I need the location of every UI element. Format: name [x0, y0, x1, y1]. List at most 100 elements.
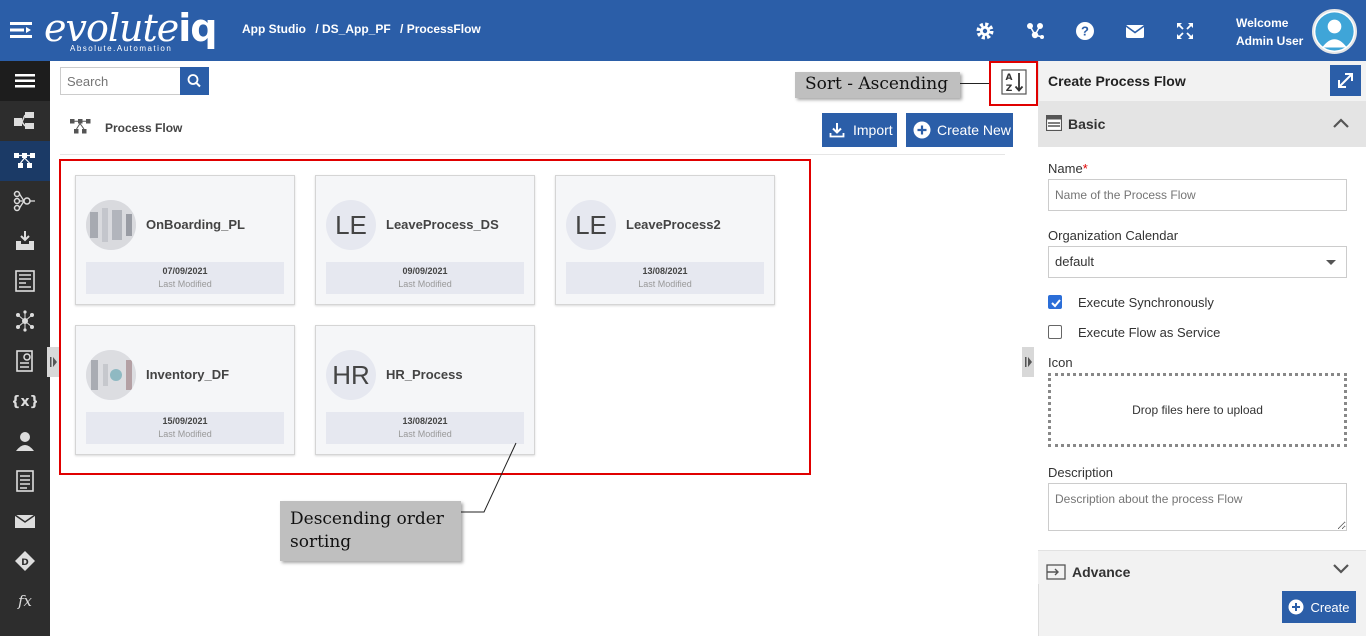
download-icon — [829, 123, 845, 138]
avatar[interactable] — [1312, 9, 1357, 54]
logo[interactable]: evoluteiq Absolute.Automation — [44, 6, 217, 56]
chevron-up-icon[interactable] — [1332, 116, 1350, 130]
checkmark-icon — [1051, 299, 1061, 308]
sidebar-toggle-icon[interactable] — [10, 20, 32, 40]
create-new-button[interactable]: Create New — [906, 113, 1013, 147]
card-modified-label: Last Modified — [398, 429, 452, 439]
svg-text:Z: Z — [1006, 84, 1013, 94]
sidebar-item-hierarchy[interactable] — [0, 101, 50, 141]
card-title: Inventory_DF — [146, 367, 230, 382]
expand-panel-button[interactable] — [1330, 65, 1361, 96]
card-title: LeaveProcess2 — [626, 217, 721, 232]
user-avatar-icon — [1315, 12, 1354, 51]
card-footer: 15/09/2021 Last Modified — [86, 412, 284, 444]
sidebar-item-report[interactable] — [0, 341, 50, 381]
description-field[interactable] — [1048, 483, 1347, 531]
arrow-in-box-icon — [1046, 564, 1066, 580]
left-collapse-handle[interactable] — [47, 347, 59, 377]
search-icon — [187, 74, 201, 88]
expand-icon — [1338, 73, 1353, 88]
form-section-icon — [1046, 115, 1062, 131]
card-date: 15/09/2021 — [162, 416, 208, 426]
sidebar-item-integration[interactable] — [0, 301, 50, 341]
execute-flow-as-service-label: Execute Flow as Service — [1078, 325, 1221, 340]
card-modified-label: Last Modified — [398, 279, 452, 289]
card-modified-label: Last Modified — [638, 279, 692, 289]
mail-icon[interactable] — [1124, 20, 1146, 42]
form-icon — [15, 270, 35, 292]
card-title: HR_Process — [386, 367, 463, 382]
card-footer: 09/09/2021 Last Modified — [326, 262, 524, 294]
variable-icon: {x} — [13, 394, 37, 410]
calendar-label: Organization Calendar — [1048, 228, 1179, 243]
sidebar-item-documents[interactable] — [0, 461, 50, 501]
callout-connector — [960, 83, 990, 84]
search-button[interactable] — [180, 67, 209, 95]
import-label: Import — [853, 122, 893, 138]
user-icon — [16, 432, 34, 451]
card-date: 09/09/2021 — [402, 266, 448, 276]
help-icon[interactable]: ? — [1074, 20, 1096, 42]
svg-text:fx: fx — [17, 592, 33, 610]
thumbnail-image-icon — [86, 200, 136, 250]
icon-label: Icon — [1048, 355, 1073, 370]
sidebar-item-functions[interactable]: fx — [0, 581, 50, 621]
process-flow-card[interactable]: LE LeaveProcess2 13/08/2021 Last Modifie… — [555, 175, 775, 305]
sidebar-item-decision-flow[interactable] — [0, 181, 50, 221]
sidebar-item-variables[interactable]: {x} — [0, 381, 50, 421]
basic-section-header[interactable]: Basic — [1038, 101, 1366, 147]
breadcrumb-item-app[interactable]: / DS_App_PF — [315, 22, 390, 36]
sort-ascending-callout: Sort - Ascending — [795, 72, 960, 98]
sidebar-item-menu[interactable] — [0, 61, 50, 101]
right-collapse-handle[interactable] — [1022, 347, 1034, 377]
create-button[interactable]: Create — [1282, 591, 1356, 623]
hierarchy-icon — [14, 112, 34, 129]
breadcrumb-item-app-studio[interactable]: App Studio — [242, 22, 306, 36]
process-flow-card[interactable]: LE LeaveProcess_DS 09/09/2021 Last Modif… — [315, 175, 535, 305]
card-modified-label: Last Modified — [158, 429, 212, 439]
sidebar-item-process-flow[interactable] — [0, 141, 50, 181]
fullscreen-icon[interactable] — [1174, 20, 1196, 42]
advance-section-header[interactable]: Advance — [1038, 550, 1366, 584]
process-flow-card[interactable]: HR HR_Process 13/08/2021 Last Modified — [315, 325, 535, 455]
icon-dropzone[interactable]: Drop files here to upload — [1048, 373, 1347, 447]
create-new-label: Create New — [937, 122, 1011, 138]
descending-sort-callout: Descending order sorting — [280, 501, 461, 561]
basic-section-label: Basic — [1068, 116, 1106, 132]
name-field[interactable] — [1048, 179, 1347, 211]
card-thumbnail: LE — [326, 200, 376, 250]
card-thumbnail — [86, 200, 136, 250]
sidebar-item-form[interactable] — [0, 261, 50, 301]
integration-icon — [16, 310, 34, 332]
sort-button[interactable]: A Z — [1001, 69, 1027, 95]
process-flow-card[interactable]: Inventory_DF 15/09/2021 Last Modified — [75, 325, 295, 455]
plus-circle-icon — [1288, 599, 1304, 615]
import-button[interactable]: Import — [822, 113, 897, 147]
execute-synchronously-checkbox[interactable] — [1048, 295, 1062, 309]
process-flow-card[interactable]: OnBoarding_PL 07/09/2021 Last Modified — [75, 175, 295, 305]
card-thumbnail: LE — [566, 200, 616, 250]
card-footer: 07/09/2021 Last Modified — [86, 262, 284, 294]
decision-icon: D — [15, 551, 35, 571]
calendar-select[interactable]: default — [1048, 246, 1347, 278]
svg-text:?: ? — [1081, 24, 1089, 39]
process-flow-header-icon — [70, 119, 91, 134]
execute-flow-as-service-checkbox[interactable] — [1048, 325, 1062, 339]
decision-flow-icon — [13, 190, 35, 212]
sidebar-item-decision[interactable]: D — [0, 541, 50, 581]
network-icon[interactable] — [1024, 20, 1046, 42]
caret-down-icon — [1326, 260, 1336, 265]
top-bar: evoluteiq Absolute.Automation App Studio… — [0, 0, 1366, 61]
sidebar-item-mail[interactable] — [0, 501, 50, 541]
description-label: Description — [1048, 465, 1114, 480]
search-input[interactable] — [60, 67, 181, 95]
card-date: 07/09/2021 — [162, 266, 208, 276]
card-thumbnail: HR — [326, 350, 376, 400]
sidebar-item-users[interactable] — [0, 421, 50, 461]
thumbnail-image-icon — [86, 350, 136, 400]
chevron-down-icon[interactable] — [1332, 562, 1350, 576]
welcome-text: Welcome Admin User — [1236, 16, 1304, 48]
left-nav-rail: {x} D fx — [0, 61, 50, 636]
gear-icon[interactable] — [974, 20, 996, 42]
sidebar-item-inbox[interactable] — [0, 221, 50, 261]
